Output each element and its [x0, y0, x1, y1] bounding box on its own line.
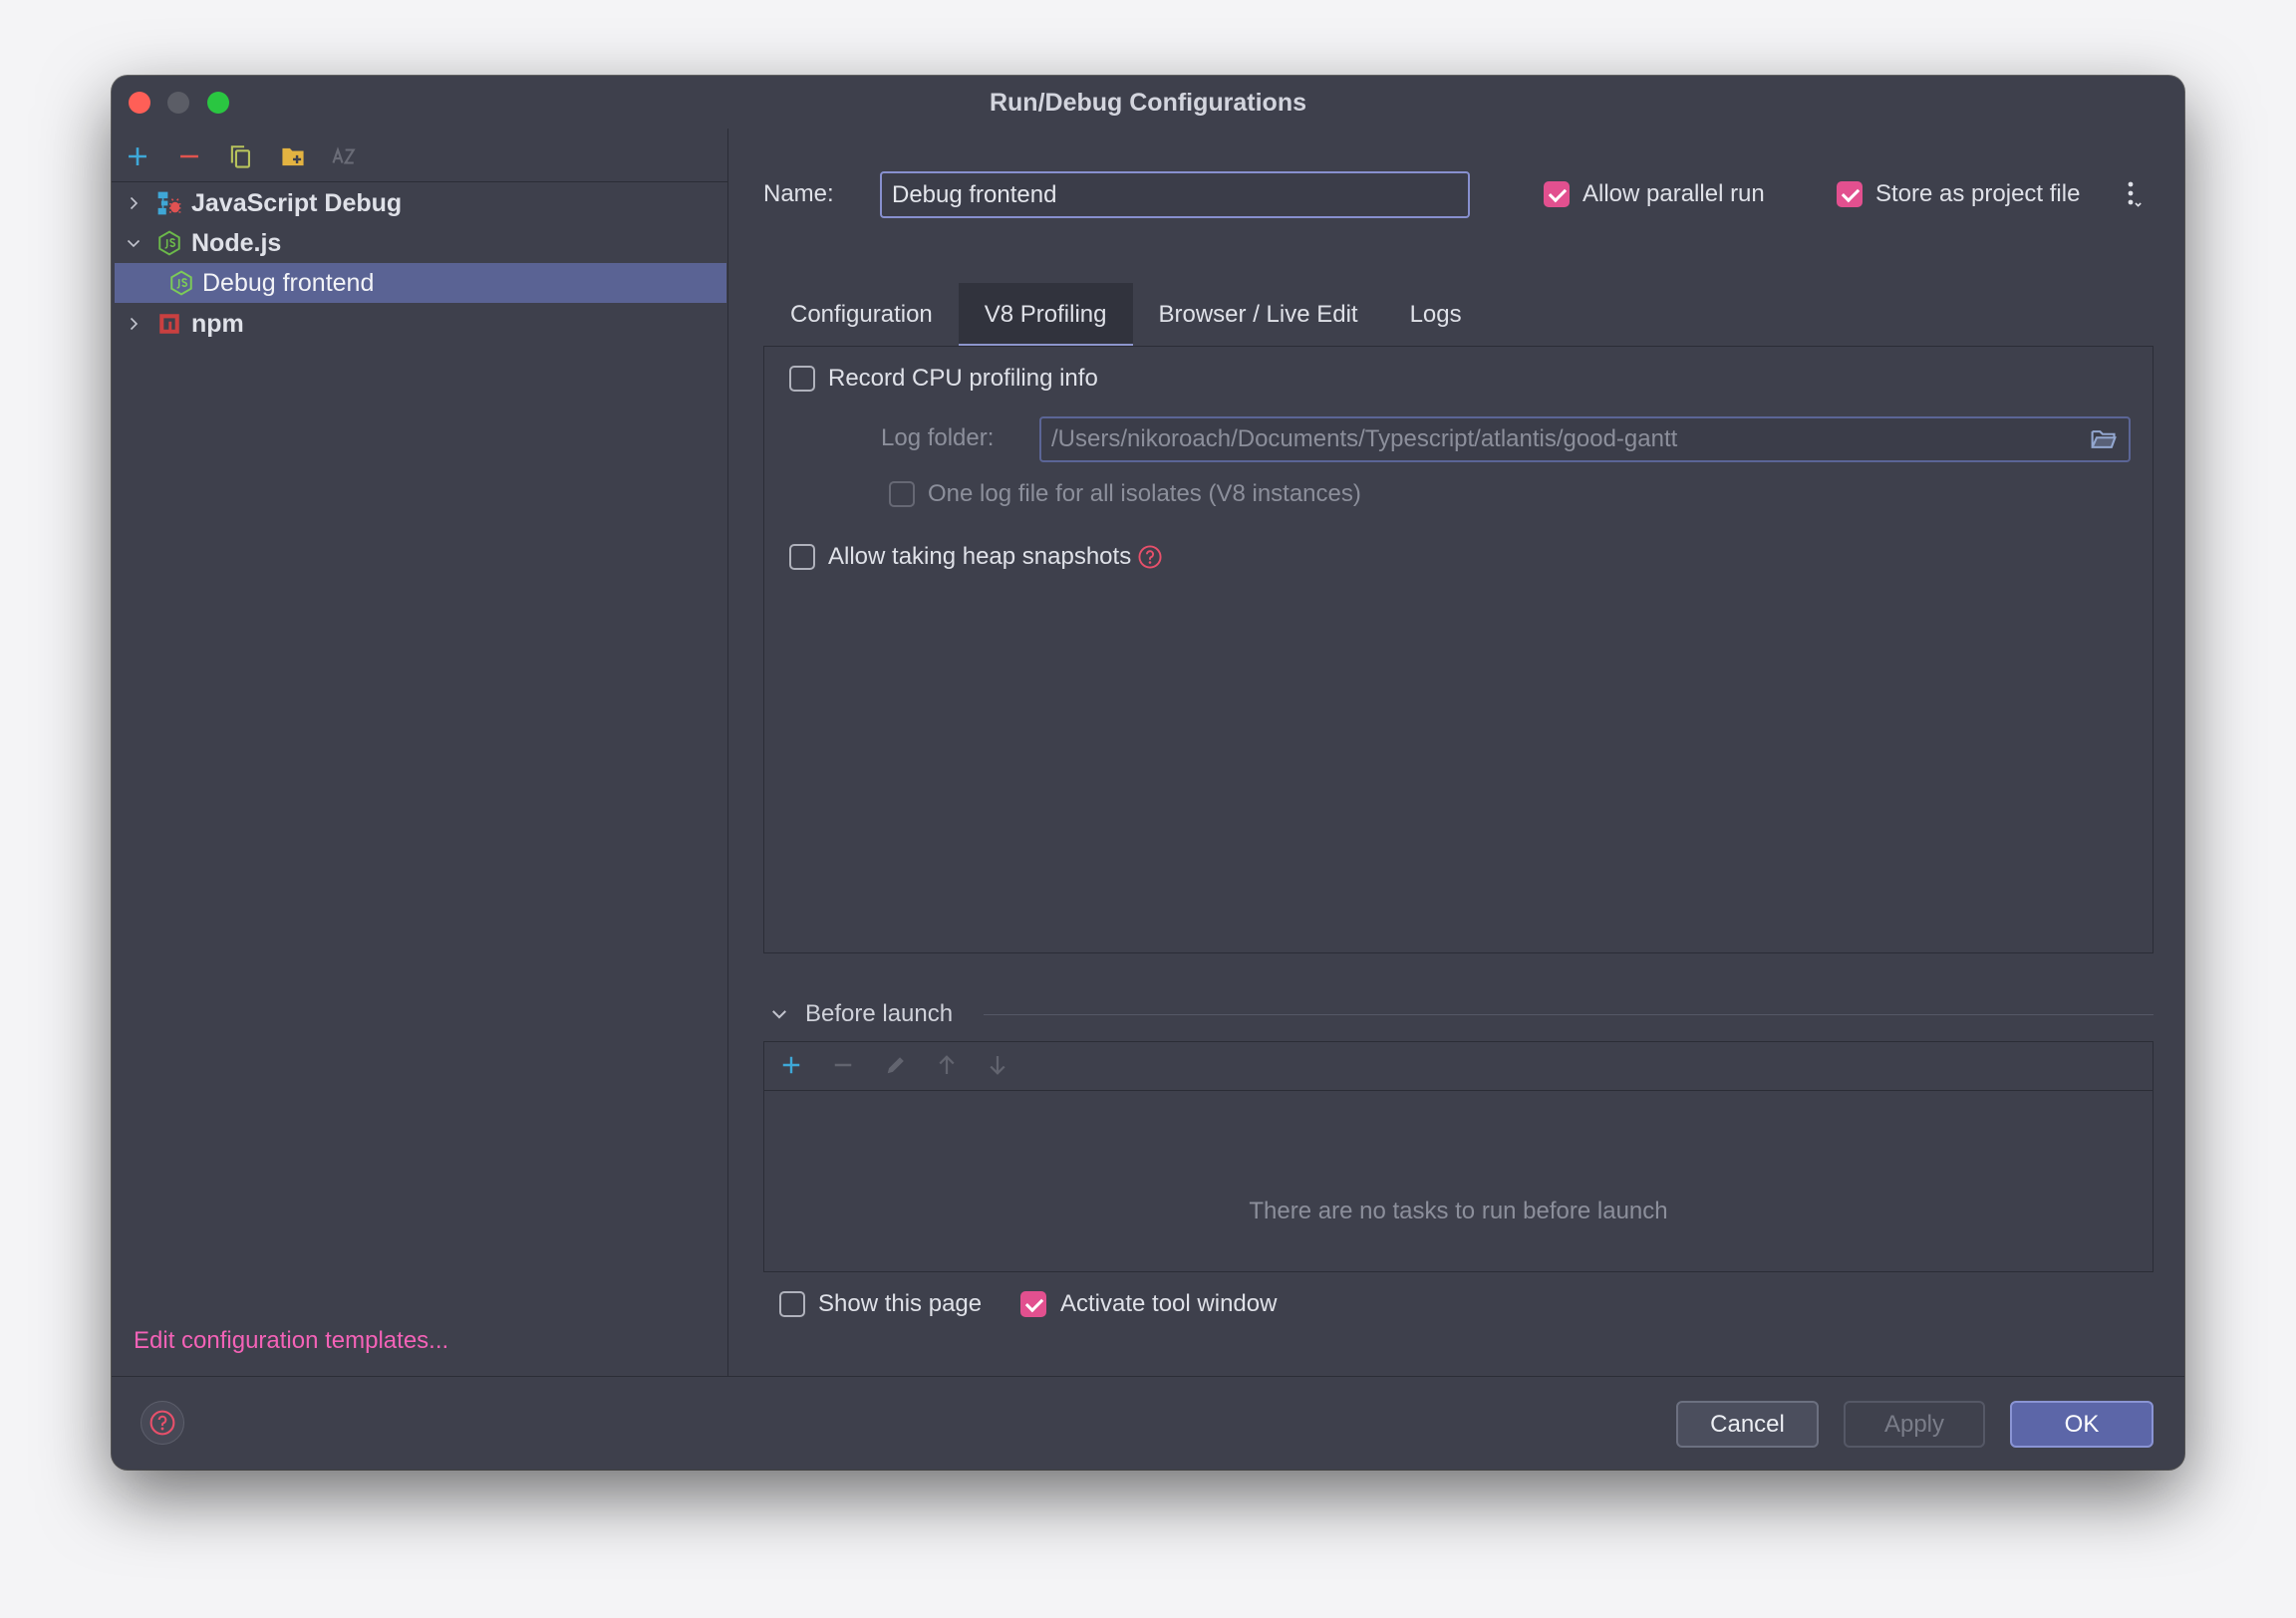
allow-parallel-run-label[interactable]: Allow parallel run [1582, 179, 1765, 209]
activate-tool-window-label[interactable]: Activate tool window [1060, 1289, 1277, 1319]
tree-item-debug-frontend[interactable]: Debug frontend [115, 263, 726, 303]
tree-item-javascript-debug[interactable]: JavaScript Debug [115, 183, 726, 223]
tab-v8-profiling[interactable]: V8 Profiling [958, 283, 1133, 347]
remove-icon [831, 1053, 855, 1077]
tab-browser-live-edit[interactable]: Browser / Live Edit [1133, 283, 1384, 347]
title-bar[interactable]: Run/Debug Configurations [112, 76, 2184, 129]
tree-item-label: JavaScript Debug [191, 189, 403, 217]
sidebar-toolbar [112, 129, 727, 182]
before-launch-title[interactable]: Before launch [805, 999, 953, 1029]
show-this-page-label[interactable]: Show this page [818, 1289, 982, 1319]
ok-button[interactable]: OK [2010, 1401, 2153, 1448]
log-folder-label: Log folder: [881, 424, 995, 451]
log-folder-input[interactable] [1039, 416, 2131, 462]
record-cpu-profiling-checkbox[interactable] [789, 366, 815, 392]
tree-item-label: npm [191, 310, 244, 338]
before-launch-toolbar [764, 1042, 2152, 1091]
tree-item-label: Node.js [191, 229, 282, 257]
show-this-page-checkbox[interactable] [779, 1291, 805, 1317]
chevron-down-icon[interactable] [126, 235, 142, 251]
help-button[interactable] [141, 1401, 184, 1445]
add-icon[interactable] [124, 142, 151, 170]
sort-alphabetically-icon [330, 142, 358, 170]
edit-configuration-templates-link[interactable]: Edit configuration templates... [134, 1326, 448, 1356]
configurations-sidebar: JavaScript Debug Node.js Debug frontend … [112, 129, 728, 1376]
add-folder-icon[interactable] [279, 142, 307, 170]
apply-button[interactable]: Apply [1844, 1401, 1985, 1448]
run-debug-configurations-dialog: Run/Debug Configurations JavaScript Debu… [112, 76, 2184, 1470]
allow-heap-snapshots-row: Allow taking heap snapshots [828, 542, 1163, 572]
nodejs-icon [168, 270, 194, 296]
name-label: Name: [763, 180, 834, 207]
configuration-editor: Name: Allow parallel run Store as projec… [728, 129, 2184, 1376]
v8-profiling-panel: Record CPU profiling info Log folder: On… [763, 346, 2153, 953]
log-folder-field[interactable] [1039, 416, 2131, 462]
store-as-project-file-checkbox[interactable] [1837, 181, 1863, 207]
name-input[interactable] [880, 171, 1470, 218]
one-log-file-checkbox[interactable] [889, 481, 915, 507]
move-up-icon [935, 1053, 959, 1077]
tree-item-npm[interactable]: npm [115, 304, 726, 344]
help-icon[interactable] [1137, 544, 1163, 570]
npm-icon [156, 311, 182, 337]
help-icon [148, 1409, 176, 1437]
more-options-icon[interactable] [2125, 179, 2145, 209]
chevron-down-icon[interactable] [769, 1004, 789, 1024]
tab-logs[interactable]: Logs [1384, 283, 1488, 347]
browse-folder-icon[interactable] [2090, 425, 2118, 453]
window-title: Run/Debug Configurations [989, 89, 1307, 117]
javascript-debug-icon [156, 190, 182, 216]
tree-item-nodejs[interactable]: Node.js [115, 223, 726, 263]
copy-icon[interactable] [226, 142, 254, 170]
activate-tool-window-checkbox[interactable] [1020, 1291, 1046, 1317]
chevron-right-icon[interactable] [126, 195, 142, 211]
tab-configuration[interactable]: Configuration [764, 283, 959, 347]
add-icon[interactable] [779, 1053, 803, 1077]
before-launch-tasks: There are no tasks to run before launch [763, 1041, 2153, 1272]
record-cpu-profiling-label[interactable]: Record CPU profiling info [828, 364, 1098, 394]
store-as-project-file-label[interactable]: Store as project file [1875, 179, 2080, 209]
cancel-button[interactable]: Cancel [1676, 1401, 1819, 1448]
chevron-right-icon[interactable] [126, 316, 142, 332]
remove-icon[interactable] [175, 142, 203, 170]
move-down-icon [986, 1053, 1009, 1077]
tab-bar: Configuration V8 Profiling Browser / Liv… [764, 283, 1488, 347]
one-log-file-label[interactable]: One log file for all isolates (V8 instan… [928, 479, 1361, 509]
edit-icon [884, 1053, 908, 1077]
allow-heap-snapshots-checkbox[interactable] [789, 544, 815, 570]
before-launch-separator [984, 1014, 2153, 1015]
no-tasks-message: There are no tasks to run before launch [1249, 1198, 1668, 1224]
nodejs-icon [156, 230, 182, 256]
dialog-footer: Cancel Apply OK [112, 1376, 2184, 1470]
allow-heap-snapshots-label[interactable]: Allow taking heap snapshots [828, 542, 1131, 572]
allow-parallel-run-checkbox[interactable] [1544, 181, 1570, 207]
tree-item-label: Debug frontend [202, 269, 375, 297]
